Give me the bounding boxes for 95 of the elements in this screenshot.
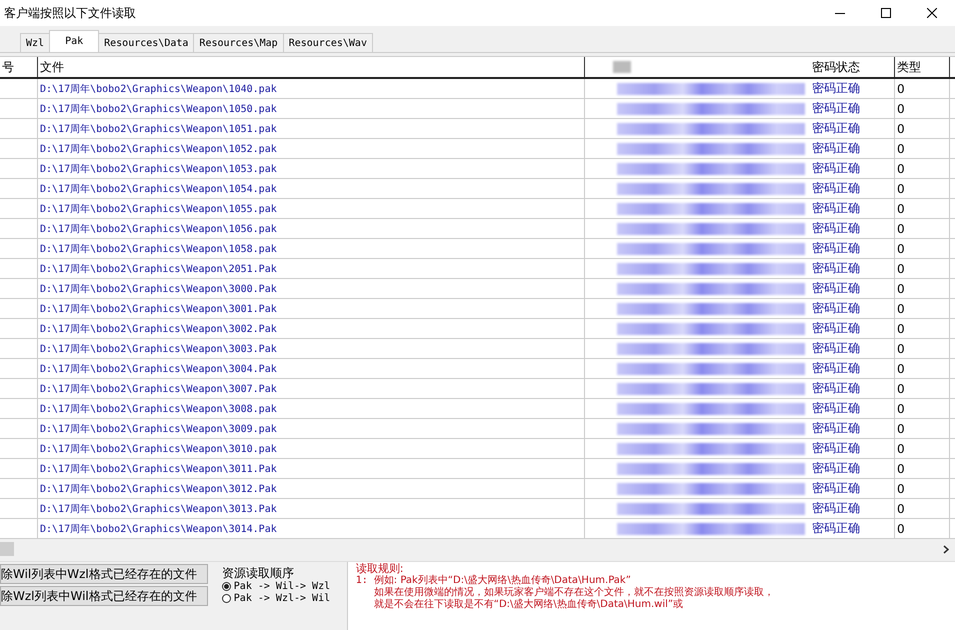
column-header[interactable]: 类型 xyxy=(895,57,950,77)
tab[interactable]: Pak xyxy=(49,30,100,52)
table-cell: 密码正确 xyxy=(810,99,895,118)
table-cell: 0 xyxy=(895,339,950,358)
radio-button[interactable] xyxy=(222,594,231,602)
table-cell: D:\17周年\bobo2\Graphics\Weapon\3013.Pak xyxy=(38,499,585,518)
table-cell: 0 xyxy=(895,319,950,338)
table-cell: 密码正确 xyxy=(810,399,895,418)
column-header[interactable]: 密码状态 xyxy=(810,57,895,77)
list-number: 1: xyxy=(356,575,369,587)
table-cell: 0 xyxy=(895,159,950,178)
radio-label: Pak -> Wil-> Wzl xyxy=(234,580,330,592)
table-cell: 0 xyxy=(895,399,950,418)
table-cell: 0 xyxy=(895,299,950,318)
table-cell: D:\17周年\bobo2\Graphics\Weapon\1056.pak xyxy=(38,219,585,238)
table-cell: 0 xyxy=(895,439,950,458)
table-cell: 密码正确 xyxy=(810,179,895,198)
table-cell: 密码正确 xyxy=(810,339,895,358)
table-cell: D:\17周年\bobo2\Graphics\Weapon\1058.pak xyxy=(38,239,585,258)
rules-title: 读取规则: xyxy=(356,563,404,575)
table-cell: D:\17周年\bobo2\Graphics\Weapon\3003.Pak xyxy=(38,339,585,358)
table-cell: 0 xyxy=(895,239,950,258)
table-cell: 0 xyxy=(895,419,950,438)
table-cell: 0 xyxy=(895,519,950,538)
table-cell: 0 xyxy=(895,79,950,98)
window-title: 客户端按照以下文件读取 xyxy=(3,4,137,22)
table-cell: 密码正确 xyxy=(810,479,895,498)
table-cell: 密码正确 xyxy=(810,79,895,98)
table-cell: 0 xyxy=(895,459,950,478)
rule-text: 就是不会在往下读取是不有“D:\盛大网络\热血传奇\Data\Hum.wil”或 xyxy=(374,599,684,611)
table-cell: D:\17周年\bobo2\Graphics\Weapon\1040.pak xyxy=(38,79,585,98)
action-button[interactable]: 除Wzl列表中Wil格式已经存在的文件 xyxy=(0,586,208,606)
action-button[interactable]: 除Wil列表中Wzl格式已经存在的文件 xyxy=(0,564,208,584)
table-cell: 密码正确 xyxy=(810,379,895,398)
table-cell: 0 xyxy=(895,359,950,378)
table-cell: D:\17周年\bobo2\Graphics\Weapon\3012.Pak xyxy=(38,479,585,498)
table-cell: 0 xyxy=(895,199,950,218)
table-cell: 0 xyxy=(895,479,950,498)
radio-button[interactable] xyxy=(222,582,231,590)
table-cell: 0 xyxy=(895,259,950,278)
table-cell: D:\17周年\bobo2\Graphics\Weapon\3001.Pak xyxy=(38,299,585,318)
close-icon[interactable] xyxy=(927,8,937,18)
table-cell: D:\17周年\bobo2\Graphics\Weapon\3014.Pak xyxy=(38,519,585,538)
table-cell: 0 xyxy=(895,99,950,118)
table-cell: 密码正确 xyxy=(810,439,895,458)
table-cell: 密码正确 xyxy=(810,299,895,318)
column-header[interactable]: 文件 xyxy=(38,57,585,77)
table-cell: 密码正确 xyxy=(810,239,895,258)
tab[interactable]: Wzl xyxy=(20,33,50,52)
table-cell: 密码正确 xyxy=(810,219,895,238)
table-cell: D:\17周年\bobo2\Graphics\Weapon\1054.pak xyxy=(38,179,585,198)
rule-text: 如果在使用微端的情况，如果玩家客户端不存在这个文件，就不在按照资源读取顺序读取， xyxy=(374,587,774,598)
maximize-icon[interactable] xyxy=(881,8,891,18)
table-cell: D:\17周年\bobo2\Graphics\Weapon\3011.Pak xyxy=(38,459,585,478)
table-cell: D:\17周年\bobo2\Graphics\Weapon\3002.Pak xyxy=(38,319,585,338)
table-cell: D:\17周年\bobo2\Graphics\Weapon\3000.Pak xyxy=(38,279,585,298)
table-cell: 密码正确 xyxy=(810,359,895,378)
table-cell: 0 xyxy=(895,499,950,518)
table-cell: 密码正确 xyxy=(810,319,895,338)
table-cell: 密码正确 xyxy=(810,259,895,278)
column-header[interactable]: 号 xyxy=(0,57,38,77)
radio-label: Pak -> Wzl-> Wil xyxy=(234,592,330,604)
table-cell: 0 xyxy=(895,279,950,298)
scrollbar-thumb[interactable] xyxy=(0,542,14,556)
table-cell: 0 xyxy=(895,379,950,398)
tab[interactable]: Resources\Wav xyxy=(282,33,373,52)
table-cell: 密码正确 xyxy=(810,139,895,158)
table-cell: 密码正确 xyxy=(810,159,895,178)
table-cell: 密码正确 xyxy=(810,459,895,478)
table-cell: D:\17周年\bobo2\Graphics\Weapon\3008.pak xyxy=(38,399,585,418)
table-cell: 密码正确 xyxy=(810,279,895,298)
table-cell: 密码正确 xyxy=(810,419,895,438)
table-cell: 0 xyxy=(895,139,950,158)
table-cell: D:\17周年\bobo2\Graphics\Weapon\3010.pak xyxy=(38,439,585,458)
table-cell: D:\17周年\bobo2\Graphics\Weapon\2051.Pak xyxy=(38,259,585,278)
table-cell: D:\17周年\bobo2\Graphics\Weapon\1055.pak xyxy=(38,199,585,218)
table-cell: 0 xyxy=(895,219,950,238)
table-cell: D:\17周年\bobo2\Graphics\Weapon\3007.Pak xyxy=(38,379,585,398)
table-cell: 密码正确 xyxy=(810,119,895,138)
table-cell: 0 xyxy=(895,119,950,138)
table-cell: 密码正确 xyxy=(810,499,895,518)
table-cell: D:\17周年\bobo2\Graphics\Weapon\3004.Pak xyxy=(38,359,585,378)
rule-text: 例如: Pak列表中“D:\盛大网络\热血传奇\Data\Hum.Pak” xyxy=(374,575,631,586)
blurred-header xyxy=(613,61,631,73)
chevron-right-icon[interactable] xyxy=(943,544,949,554)
table-cell: D:\17周年\bobo2\Graphics\Weapon\1050.pak xyxy=(38,99,585,118)
table-cell: D:\17周年\bobo2\Graphics\Weapon\3009.pak xyxy=(38,419,585,438)
table-cell: 密码正确 xyxy=(810,519,895,538)
table-cell: 密码正确 xyxy=(810,199,895,218)
table-cell: D:\17周年\bobo2\Graphics\Weapon\1051.pak xyxy=(38,119,585,138)
table-cell: D:\17周年\bobo2\Graphics\Weapon\1053.pak xyxy=(38,159,585,178)
minimize-icon[interactable] xyxy=(835,12,845,14)
table-cell: D:\17周年\bobo2\Graphics\Weapon\1052.pak xyxy=(38,139,585,158)
group-label: 资源读取顺序 xyxy=(222,566,295,580)
table-cell: 0 xyxy=(895,179,950,198)
